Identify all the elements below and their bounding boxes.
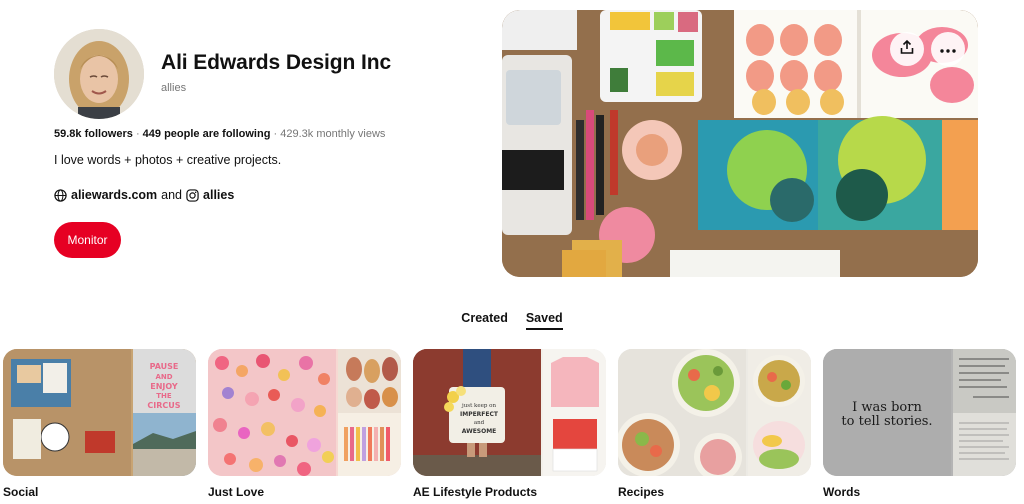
born-line-2: to tell stories. bbox=[841, 414, 932, 429]
links-and-text: and bbox=[161, 188, 183, 202]
board-cover-image bbox=[208, 349, 401, 476]
board-title: Social bbox=[3, 485, 39, 499]
monitor-button[interactable]: Monitor bbox=[54, 222, 121, 258]
monthly-views: 429.3k monthly views bbox=[280, 128, 386, 140]
website-link[interactable]: aliewards.com bbox=[71, 188, 157, 202]
tote-text-1: just keep on bbox=[461, 403, 496, 409]
board-cover-image: I was born to tell stories. bbox=[823, 349, 1016, 476]
board-title: Recipes bbox=[618, 485, 665, 499]
board-cover-image bbox=[618, 349, 811, 476]
board-title: Just Love bbox=[208, 485, 265, 499]
profile-name: Ali Edwards Design Inc bbox=[161, 51, 392, 74]
pause-text-1: PAUSE bbox=[150, 362, 179, 371]
more-options-button[interactable] bbox=[931, 32, 965, 66]
board-card[interactable]: Recipes bbox=[618, 349, 811, 499]
board-cover-image: PAUSE AND ENJOY THE CIRCUS bbox=[3, 349, 196, 476]
profile-bio: I love words + photos + creative project… bbox=[54, 153, 282, 167]
share-button[interactable] bbox=[890, 32, 924, 66]
pause-text-3: ENJOY bbox=[150, 382, 178, 391]
profile-stats: 59.8k followers · 449 people are followi… bbox=[54, 128, 386, 140]
globe-icon bbox=[54, 188, 67, 202]
profile-tabs: Created Saved bbox=[0, 311, 1024, 330]
board-card[interactable]: PAUSE AND ENJOY THE CIRCUS Social bbox=[3, 349, 196, 499]
profile-cover-image bbox=[502, 10, 978, 277]
followers-count[interactable]: 59.8k followers bbox=[54, 128, 133, 140]
instagram-link[interactable]: allies bbox=[203, 188, 234, 202]
tote-text-2: IMPERFECT bbox=[460, 411, 499, 418]
following-count[interactable]: 449 people are following bbox=[143, 128, 271, 140]
board-card[interactable]: Just Love bbox=[208, 349, 401, 499]
upload-icon bbox=[899, 39, 915, 60]
instagram-icon bbox=[186, 188, 199, 202]
tab-saved[interactable]: Saved bbox=[525, 311, 563, 330]
board-card[interactable]: I was born to tell stories. Words bbox=[823, 349, 1016, 499]
pause-text-4: THE bbox=[156, 392, 172, 400]
profile-links: aliewards.com and allies bbox=[54, 188, 234, 202]
board-card[interactable]: just keep on IMPERFECT and AWESOME AE Li… bbox=[413, 349, 606, 499]
board-cover-image: just keep on IMPERFECT and AWESOME bbox=[413, 349, 606, 476]
avatar bbox=[54, 29, 144, 119]
tab-created[interactable]: Created bbox=[461, 311, 508, 329]
board-title: AE Lifestyle Products bbox=[413, 485, 538, 499]
tote-text-3: and bbox=[474, 420, 485, 426]
pause-text-5: CIRCUS bbox=[147, 401, 180, 410]
ellipsis-icon bbox=[940, 40, 956, 58]
profile-handle: allies bbox=[161, 82, 187, 94]
tote-text-4: AWESOME bbox=[462, 428, 497, 435]
born-line-1: I was born bbox=[852, 400, 922, 415]
pause-text-2: AND bbox=[155, 373, 172, 381]
board-title: Words bbox=[823, 485, 861, 499]
